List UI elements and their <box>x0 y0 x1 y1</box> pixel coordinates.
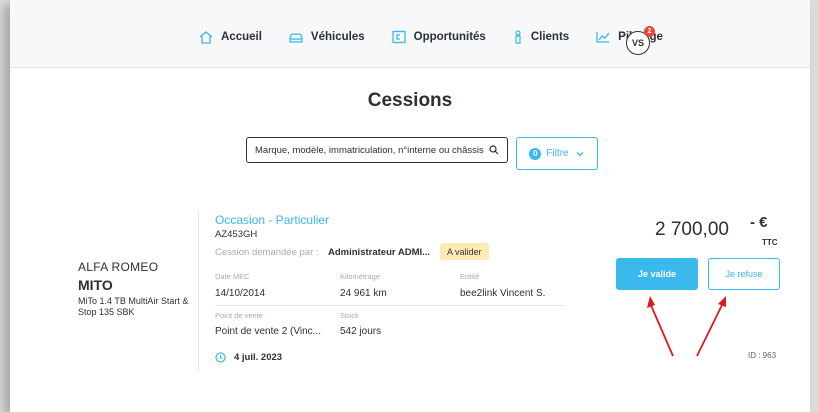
app-window: Accueil Véhicules Opportunités Clients P… <box>10 0 810 412</box>
arrow-to-refuse <box>696 296 726 357</box>
annotation-arrows <box>647 296 726 357</box>
arrow-to-validate <box>647 296 674 357</box>
